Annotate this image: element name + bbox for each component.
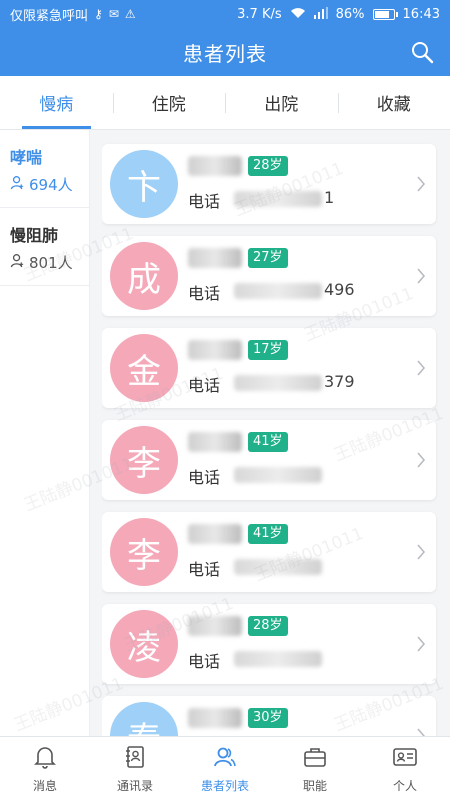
status-emergency-text: 仅限紧急呼叫 (10, 8, 89, 24)
chevron-right-icon (416, 171, 426, 197)
phone-visible-digits: 379 (324, 372, 355, 391)
age-badge: 41岁 (248, 524, 288, 544)
age-badge: 17岁 (248, 340, 288, 360)
avatar: 秦 (110, 702, 178, 736)
bell-icon (32, 744, 58, 773)
phone-label: 电话 (188, 376, 221, 395)
phone-redacted (234, 283, 322, 299)
nav-bar: 患者列表 (0, 28, 450, 76)
tab-3[interactable]: 收藏 (337, 76, 450, 129)
phone-redacted (234, 559, 322, 575)
tab-0[interactable]: 慢病 (0, 76, 113, 129)
category-sidebar: 哮喘 694人慢阻肺 801人 (0, 130, 90, 736)
count-value: 694人 (29, 176, 73, 194)
patient-name-redacted (188, 248, 242, 268)
sidebar-item-count: 801人 (10, 252, 79, 273)
bottom-nav-label: 消息 (32, 778, 57, 793)
clock: 16:43 (402, 6, 440, 22)
bottom-nav-item-3[interactable]: 职能 (270, 737, 360, 800)
phone-redacted (234, 191, 322, 207)
patient-card[interactable]: 金 17岁电话 379 (102, 328, 436, 408)
phone-visible-digits: 1 (324, 188, 335, 207)
warning-icon: ⚠ (124, 7, 136, 21)
patient-card[interactable]: 成 27岁电话 496 (102, 236, 436, 316)
tab-bar: 慢病 住院 出院 收藏 (0, 76, 450, 130)
age-badge: 41岁 (248, 432, 288, 452)
phone-label: 电话 (188, 284, 221, 303)
tab-1[interactable]: 住院 (112, 76, 226, 129)
age-badge: 28岁 (248, 616, 288, 636)
battery-percent: 86% (335, 6, 365, 22)
phone-redacted (234, 375, 322, 391)
battery-icon (372, 8, 398, 20)
search-icon[interactable] (410, 40, 434, 64)
contacts-book-icon (122, 744, 148, 773)
network-speed: 3.7 K/s (237, 6, 282, 22)
bottom-nav: 消息 通讯录 患者列表 职能 个人 (0, 736, 450, 800)
chevron-right-icon (416, 631, 426, 657)
mail-icon: ✉ (108, 7, 119, 21)
bottom-nav-label: 职能 (302, 778, 327, 793)
chevron-right-icon (416, 447, 426, 473)
bottom-nav-item-1[interactable]: 通讯录 (90, 737, 180, 800)
bottom-nav-item-2[interactable]: 患者列表 (180, 737, 270, 800)
patient-card[interactable]: 李 41岁电话 (102, 512, 436, 592)
bottom-nav-label: 个人 (392, 778, 417, 793)
phone-label: 电话 (188, 652, 221, 671)
briefcase-icon (302, 744, 328, 773)
avatar: 金 (110, 334, 178, 402)
chevron-right-icon (416, 539, 426, 565)
patient-name-redacted (188, 432, 242, 452)
signal-icon (313, 6, 328, 22)
patient-name-redacted (188, 708, 242, 728)
person-icon (10, 253, 25, 272)
age-badge: 28岁 (248, 156, 288, 176)
chevron-right-icon (416, 723, 426, 736)
chevron-right-icon (416, 263, 426, 289)
sidebar-item-count: 694人 (10, 174, 79, 195)
phone-label: 电话 (188, 560, 221, 579)
avatar: 成 (110, 242, 178, 310)
status-bar: 仅限紧急呼叫 ⚷ ✉ ⚠ 3.7 K/s 86% 16:43 (0, 0, 450, 28)
patient-name-redacted (188, 616, 242, 636)
bottom-nav-label: 通讯录 (116, 778, 153, 793)
avatar: 卞 (110, 150, 178, 218)
sidebar-item-label: 哮喘 (10, 148, 43, 167)
person-icon (10, 175, 25, 194)
phone-redacted (234, 651, 322, 667)
patient-card[interactable]: 秦30岁电话 (102, 696, 436, 736)
chevron-right-icon (416, 355, 426, 381)
patient-name-redacted (188, 340, 242, 360)
patient-card[interactable]: 李 41岁电话 (102, 420, 436, 500)
wifi-icon (290, 7, 306, 22)
bottom-nav-item-4[interactable]: 个人 (360, 737, 450, 800)
key-icon: ⚷ (94, 7, 103, 21)
count-value: 801人 (29, 254, 73, 272)
phone-label: 电话 (188, 192, 221, 211)
bottom-nav-label: 患者列表 (200, 778, 249, 793)
phone-redacted (234, 467, 322, 483)
sidebar-item-1[interactable]: 慢阻肺 801人 (0, 208, 89, 286)
patients-icon (212, 744, 238, 773)
avatar: 凌 (110, 610, 178, 678)
avatar: 李 (110, 518, 178, 586)
tab-2[interactable]: 出院 (225, 76, 338, 129)
patient-card[interactable]: 卞 28岁电话 1 (102, 144, 436, 224)
id-card-icon (392, 744, 418, 773)
phone-label: 电话 (188, 468, 221, 487)
page-title: 患者列表 (183, 41, 267, 66)
age-badge: 27岁 (248, 248, 288, 268)
patient-list: 卞 28岁 电话 1 成 27岁 电话 496 金 17岁 电话 379 李 41岁 电话李 41岁 电话凌 28… (102, 130, 438, 736)
age-badge: 30岁 (248, 708, 288, 728)
avatar: 李 (110, 426, 178, 494)
bottom-nav-item-0[interactable]: 消息 (0, 737, 90, 800)
sidebar-item-0[interactable]: 哮喘 694人 (0, 130, 89, 208)
phone-visible-digits: 496 (324, 280, 355, 299)
patient-card[interactable]: 凌 28岁电话 (102, 604, 436, 684)
patient-name-redacted (188, 156, 242, 176)
sidebar-item-label: 慢阻肺 (10, 226, 59, 245)
patient-name-redacted (188, 524, 242, 544)
